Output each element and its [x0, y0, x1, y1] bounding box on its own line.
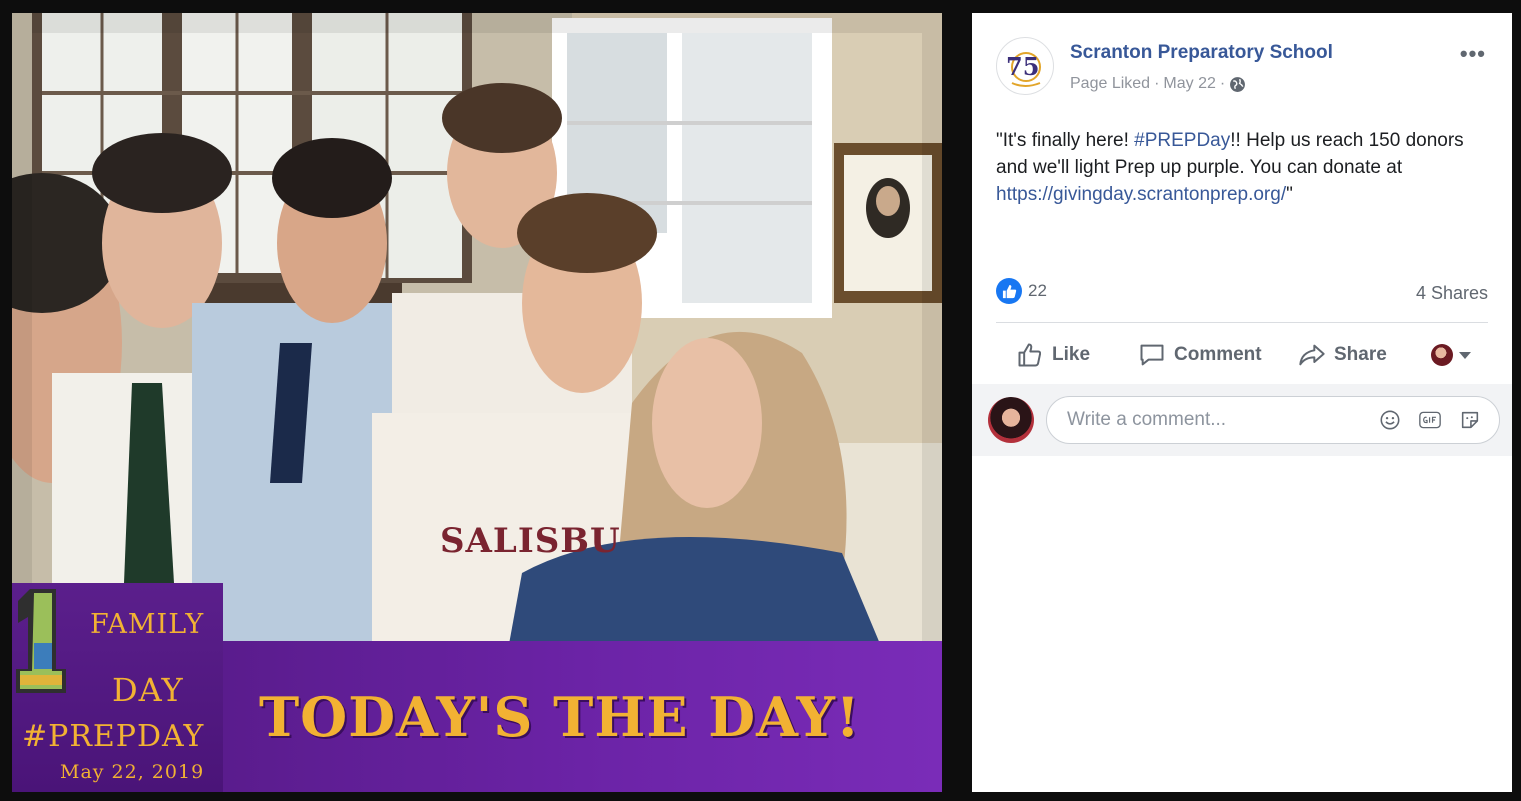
avatar[interactable]: [988, 397, 1034, 443]
page-liked-status[interactable]: Page Liked: [1070, 75, 1150, 93]
like-reaction-icon: [996, 278, 1022, 304]
post-text-part: "It's finally here!: [996, 130, 1135, 151]
comment-composer: [972, 384, 1512, 456]
page-avatar[interactable]: 75: [996, 37, 1054, 95]
comment-input[interactable]: [1065, 408, 1379, 432]
reaction-count: 22: [1028, 281, 1047, 300]
share-label: Share: [1334, 344, 1387, 365]
shirt-text: SALISBU: [440, 521, 621, 561]
comment-label: Comment: [1174, 344, 1262, 365]
post-panel: 75 Scranton Preparatory School Page Like…: [972, 13, 1512, 792]
speech-bubble-icon: [1140, 344, 1164, 366]
post-body: "It's finally here! #PREPDay!! Help us r…: [996, 127, 1476, 208]
logo-hashtag-text: #PREPDAY: [22, 719, 205, 754]
like-label: Like: [1052, 344, 1091, 365]
logo-day-text: DAY: [112, 671, 184, 709]
school-logo-icon: 75: [1006, 52, 1041, 87]
comment-input-box[interactable]: [1046, 396, 1500, 444]
logo-family-text: FAMILY: [90, 609, 205, 640]
like-button[interactable]: Like: [1016, 341, 1090, 369]
gif-icon[interactable]: [1419, 409, 1441, 431]
number-one-icon: [16, 589, 66, 693]
page-name-link[interactable]: Scranton Preparatory School: [1070, 42, 1333, 64]
post-actions-bar: Like Comment Share: [996, 333, 1488, 377]
logo-date-text: May 22, 2019: [60, 761, 205, 783]
thumbs-up-icon: [1018, 343, 1042, 367]
post-text-part: ": [1286, 184, 1293, 205]
divider: [996, 322, 1488, 323]
shares-count-link[interactable]: 4 Shares: [1416, 283, 1488, 304]
donate-link[interactable]: https://givingday.scrantonprep.org/: [996, 184, 1286, 205]
post-photo[interactable]: SALISBU FAMILY DAY #PREPDAY May 22, 2019…: [12, 13, 942, 792]
sticker-icon[interactable]: [1459, 409, 1481, 431]
banner-strip: TODAY'S THE DAY!: [223, 641, 942, 792]
hashtag-link[interactable]: #PREPDay: [1134, 130, 1230, 151]
reactions-summary[interactable]: 22: [996, 278, 1047, 304]
comment-button[interactable]: Comment: [1138, 341, 1262, 369]
post-date-link[interactable]: May 22: [1163, 75, 1215, 93]
share-arrow-icon: [1299, 344, 1325, 366]
meta-separator: ·: [1154, 75, 1160, 92]
post-meta: Page Liked · May 22 ·: [1070, 75, 1246, 93]
more-options-button[interactable]: •••: [1460, 41, 1486, 67]
banner-headline: TODAY'S THE DAY!: [259, 684, 861, 749]
share-button[interactable]: Share: [1298, 341, 1387, 369]
page-logo-text: 75: [1006, 52, 1039, 81]
post-as-selector[interactable]: [1431, 344, 1471, 366]
meta-separator: ·: [1219, 75, 1226, 92]
globe-icon[interactable]: [1229, 76, 1246, 93]
family-day-logo: FAMILY DAY #PREPDAY May 22, 2019: [12, 583, 223, 792]
emoji-icon[interactable]: [1379, 409, 1401, 431]
chevron-down-icon: [1459, 351, 1471, 359]
user-avatar-small: [1431, 344, 1453, 366]
